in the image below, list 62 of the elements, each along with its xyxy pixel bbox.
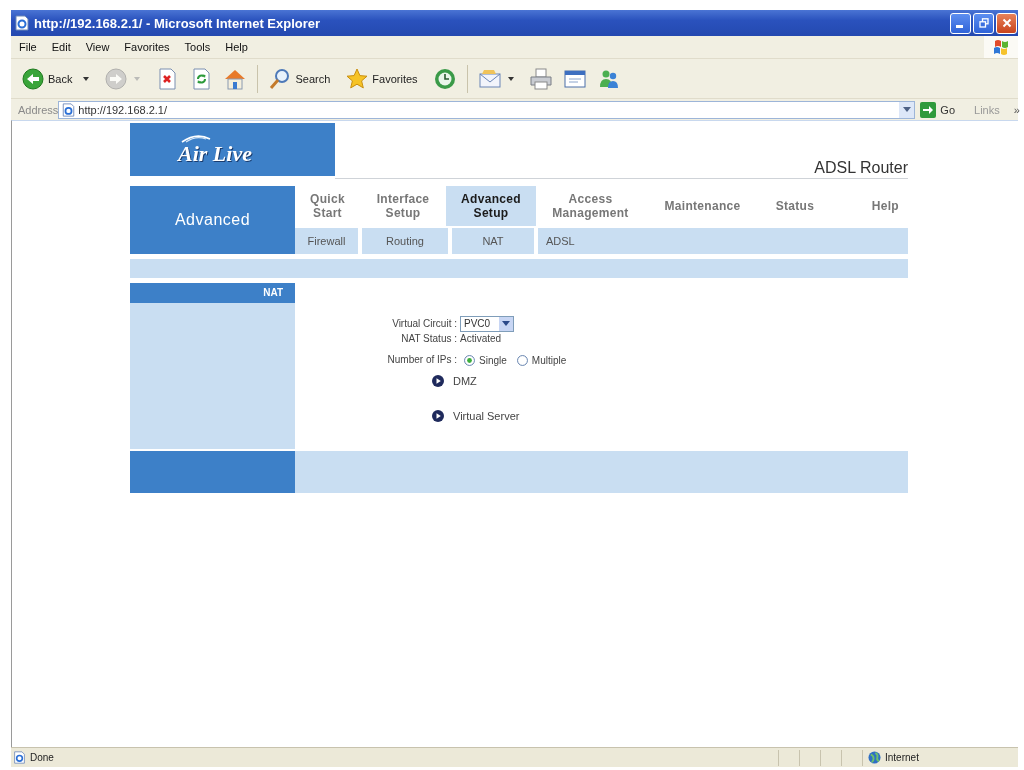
- search-icon: [269, 67, 292, 90]
- field-label: Number of IPs :: [386, 353, 457, 367]
- field-label: Virtual Circuit :: [391, 317, 457, 331]
- page-link[interactable]: Virtual Server: [453, 410, 520, 422]
- page-x-icon: [156, 67, 179, 90]
- minimize-icon: [955, 25, 963, 28]
- menu-item[interactable]: Tools: [184, 41, 211, 53]
- sidebar-title: NAT: [130, 283, 295, 303]
- status-text: Done: [30, 752, 54, 763]
- caret-icon: [902, 107, 911, 112]
- sub-tab[interactable]: Routing: [362, 228, 448, 254]
- menu-item[interactable]: Edit: [51, 41, 71, 53]
- field-label: NAT Status :: [400, 332, 457, 346]
- close-button[interactable]: [996, 12, 1017, 34]
- page-link[interactable]: DMZ: [453, 375, 477, 387]
- house-icon: [224, 67, 247, 90]
- caret-icon: [502, 321, 510, 326]
- window-title: http://192.168.2.1/ - Microsoft Internet Explorer: [34, 15, 321, 31]
- page-icon: [15, 15, 29, 31]
- logo-text: Air Live: [178, 143, 252, 165]
- field-value: Activated: [460, 332, 502, 346]
- page-icon: [13, 751, 26, 764]
- toolbar-button[interactable]: Search: [266, 65, 338, 92]
- radio-button[interactable]: [464, 354, 475, 366]
- clock-icon: [433, 67, 456, 90]
- arrow-circle-icon: [432, 375, 444, 387]
- menu-item[interactable]: File: [19, 41, 37, 53]
- address-field[interactable]: http://192.168.2.1/: [58, 100, 916, 119]
- radio-label[interactable]: Multiple: [531, 354, 567, 366]
- page-icon: [62, 102, 76, 117]
- sub-tab[interactable]: Firewall: [295, 228, 358, 254]
- more-chevron[interactable]: »: [1013, 103, 1020, 116]
- swoosh-icon: [180, 134, 212, 143]
- star-icon: [346, 67, 369, 90]
- globe-icon: [868, 751, 881, 764]
- refresh-icon: [190, 67, 213, 90]
- close-icon: [1001, 18, 1012, 28]
- menu-item[interactable]: Help: [225, 41, 248, 53]
- menu-item[interactable]: Favorites: [124, 41, 170, 53]
- go-button[interactable]: Go: [917, 101, 959, 118]
- restore-icon: [978, 18, 989, 28]
- section-title: Advanced: [130, 186, 295, 254]
- flag-logo-icon: [984, 36, 1018, 58]
- dropdown-button[interactable]: [899, 101, 915, 118]
- envelope-icon: [478, 67, 501, 90]
- product-title: ADSL Router: [814, 159, 908, 178]
- restore-button[interactable]: [973, 12, 994, 34]
- menu-item[interactable]: View: [85, 41, 110, 53]
- virtual-circuit-select[interactable]: PVC0: [460, 315, 514, 332]
- window-icon: [563, 67, 586, 90]
- radio-button[interactable]: [516, 354, 528, 366]
- toolbar-button[interactable]: Favorites: [343, 65, 425, 92]
- sub-tab[interactable]: ADSL: [538, 228, 908, 254]
- printer-icon: [529, 67, 552, 90]
- arrow-circle-icon: [432, 410, 444, 422]
- address-label: Address: [18, 103, 59, 116]
- radio-label[interactable]: Single: [479, 354, 507, 366]
- minimize-button[interactable]: [950, 12, 971, 34]
- nav-tab[interactable]: Advanced Setup: [446, 186, 536, 226]
- zone-text: Internet: [885, 752, 919, 763]
- toolbar-button[interactable]: Back: [19, 65, 97, 92]
- sub-tab[interactable]: NAT: [452, 228, 534, 254]
